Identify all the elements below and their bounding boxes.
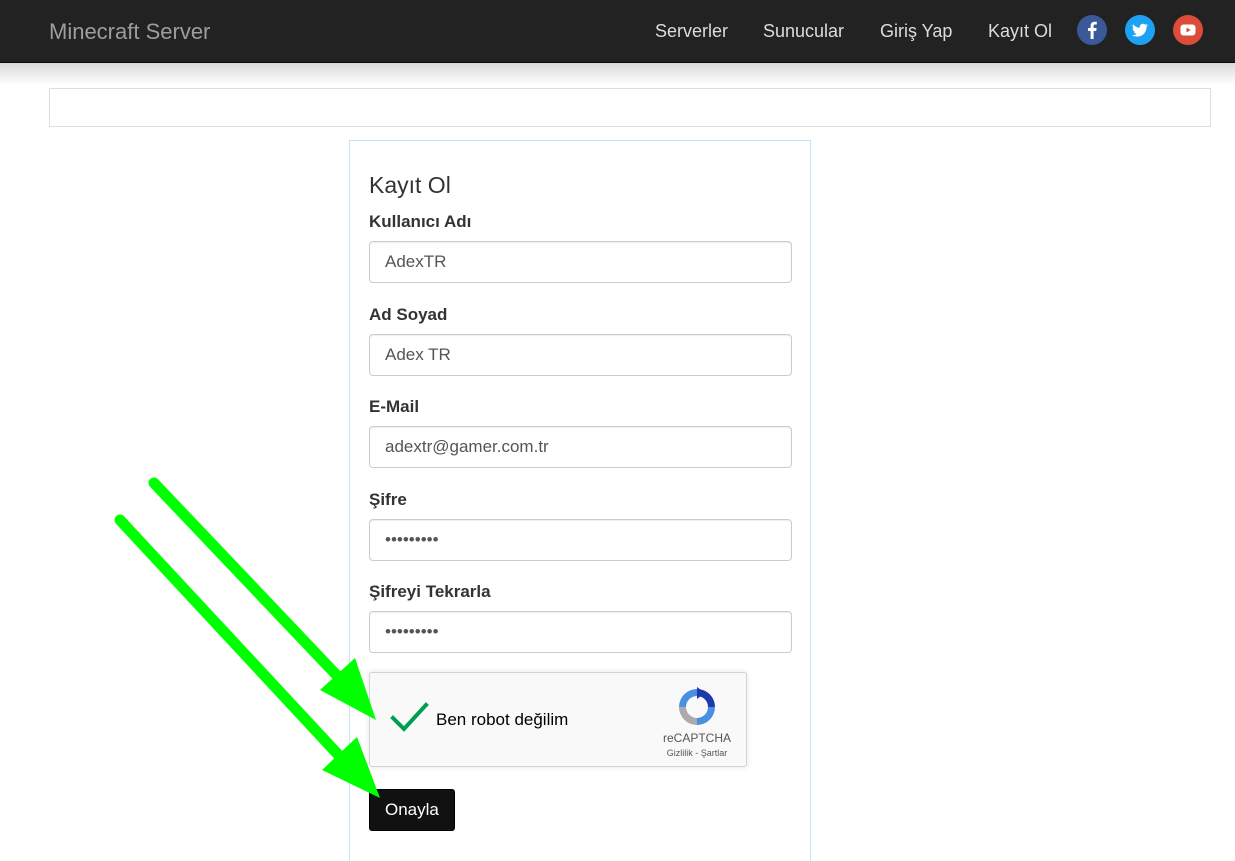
email-input[interactable] [369,426,792,468]
checkmark-icon[interactable] [390,701,430,735]
form-title: Kayıt Ol [369,172,451,198]
register-panel: Kayıt Ol Kullanıcı Adı Ad Soyad E-Mail Ş… [349,140,811,861]
captcha-label: Ben robot değilim [436,710,569,729]
captcha-brand: reCAPTCHA [662,731,731,745]
password-label: Şifre [369,490,407,509]
recaptcha-logo-icon [675,685,719,729]
arrow-to-submit-icon [114,514,351,768]
brand-link[interactable]: Minecraft Server [49,19,210,45]
twitter-icon[interactable] [1125,15,1155,45]
email-label: E-Mail [369,397,420,416]
navbar: Minecraft Server Serverler Sunucular Gir… [0,0,1235,63]
nav-giris-yap[interactable]: Giriş Yap [880,19,952,43]
username-label: Kullanıcı Adı [369,212,472,231]
captcha-links[interactable]: Gizlilik - Şartlar [630,748,764,759]
password-input[interactable] [369,519,792,561]
navbar-shadow [0,63,1235,85]
facebook-icon[interactable] [1077,15,1107,45]
fullname-label: Ad Soyad [369,305,448,324]
nav-sunucular[interactable]: Sunucular [763,19,844,43]
fullname-input[interactable] [369,334,792,376]
nav-kayit-ol[interactable]: Kayıt Ol [988,19,1052,43]
top-panel [49,88,1211,127]
nav-serverler[interactable]: Serverler [655,19,728,43]
password-repeat-input[interactable] [369,611,792,653]
youtube-icon[interactable] [1173,15,1203,45]
arrow-to-captcha-icon [148,477,351,690]
password-repeat-label: Şifreyi Tekrarla [369,582,491,601]
username-input[interactable] [369,241,792,283]
recaptcha-widget: Ben robot değilim reCAPTCHA Gizlilik - Ş… [369,672,747,767]
submit-button[interactable]: Onayla [369,789,455,831]
